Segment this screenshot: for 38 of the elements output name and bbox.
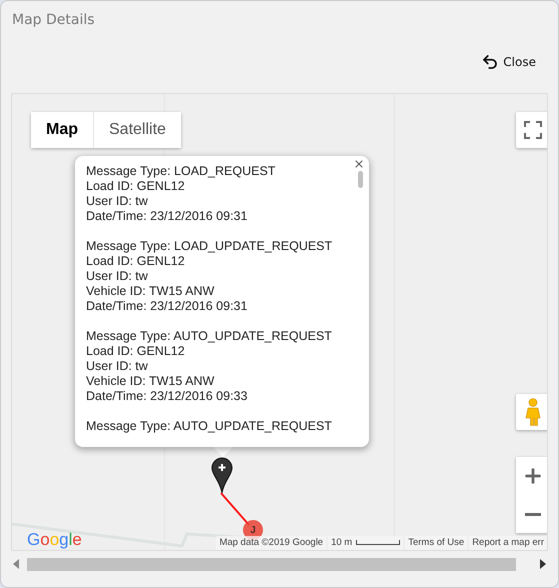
plus-icon: [522, 465, 544, 487]
fullscreen-button[interactable]: [516, 112, 547, 148]
message-line: Load ID: GENL12: [86, 344, 186, 359]
message-line: Message Type: LOAD_REQUEST: [86, 164, 276, 179]
close-button[interactable]: [353, 158, 365, 170]
scrollbar-thumb[interactable]: [27, 558, 516, 570]
attribution-text: Map data ©2019 Google: [216, 536, 326, 550]
message-line: Date/Time: 23/12/2016 09:31: [86, 209, 248, 224]
message-line: User ID: tw: [86, 194, 149, 209]
scroll-right-icon[interactable]: [540, 559, 546, 569]
message-line: Message Type: AUTO_UPDATE_REQUEST: [86, 329, 333, 344]
logo: Google: [27, 530, 82, 550]
dialog-title: Map Details: [11, 11, 96, 30]
report-link[interactable]: Report a map err: [469, 536, 547, 550]
message-line: Message Type: LOAD_UPDATE_REQUEST: [86, 239, 334, 254]
close-button[interactable]: Close: [481, 53, 536, 71]
map-type-tab[interactable]: Satellite: [93, 112, 181, 148]
message-line: Date/Time: 23/12/2016 09:33: [86, 389, 248, 404]
scrollbar-thumb[interactable]: [358, 171, 363, 188]
map-type-tab[interactable]: Map: [31, 112, 93, 148]
message-line: User ID: tw: [86, 269, 149, 284]
message-line: Message Type: AUTO_UPDATE_REQUEST: [86, 419, 333, 434]
minus-icon: [525, 512, 541, 516]
message-line: Load ID: GENL12: [86, 254, 186, 269]
message-line: Date/Time: 23/12/2016 09:31: [86, 299, 248, 314]
fullscreen-icon: [524, 121, 542, 139]
map[interactable]: [11, 93, 548, 551]
message-line: Load ID: GENL12: [86, 179, 186, 194]
terms-link[interactable]: Terms of Use: [405, 536, 468, 550]
close-icon: [353, 158, 365, 170]
scroll-left-icon[interactable]: [13, 559, 19, 569]
message-line: Vehicle ID: TW15 ANW: [86, 284, 216, 299]
message-line: User ID: tw: [86, 359, 149, 374]
map-scale: 10 m: [328, 536, 404, 550]
person-icon: [525, 398, 541, 426]
map-pin-icon[interactable]: [211, 457, 233, 494]
message-line: Vehicle ID: TW15 ANW: [86, 374, 216, 389]
undo-arrow-icon: [481, 53, 500, 71]
